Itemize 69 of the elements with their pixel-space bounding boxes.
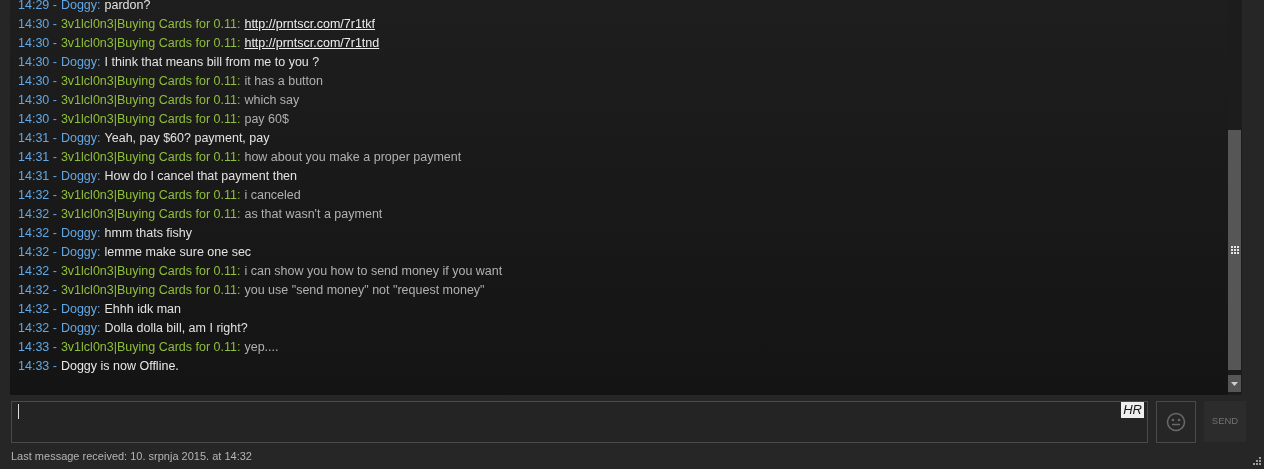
message-text: you use "send money" not "request money" [244,282,485,299]
scrollbar-thumb[interactable] [1228,130,1241,370]
message-time: 14:30 - [18,73,57,90]
message-link[interactable]: http://prntscr.com/7r1tnd [244,34,380,53]
down-arrow-icon [1231,381,1238,386]
sender-name: 3v1lcl0n3|Buying Cards for 0.11: [60,339,241,356]
message-time: 14:32 - [18,301,57,318]
sender-name: 3v1lcl0n3|Buying Cards for 0.11: [60,149,241,166]
message-text: yep.... [244,339,279,356]
sender-name: Doggy: [60,301,101,318]
message-time: 14:29 - [18,0,57,14]
emoticon-button[interactable] [1156,401,1196,443]
sender-name: 3v1lcl0n3|Buying Cards for 0.11: [60,16,241,33]
message-text: pardon? [104,0,151,14]
sender-name: 3v1lcl0n3|Buying Cards for 0.11: [60,263,241,280]
message-time: 14:32 - [18,225,57,242]
message-time: 14:30 - [18,92,57,109]
sender-name: 3v1lcl0n3|Buying Cards for 0.11: [60,282,241,299]
smiley-icon [1166,412,1186,432]
scroll-down-button[interactable] [1228,375,1241,392]
message-link[interactable]: http://prntscr.com/7r1tkf [244,15,376,34]
message-text: Yeah, pay $60? payment, pay [104,130,270,147]
sender-name: Doggy: [60,130,101,147]
message-time: 14:32 - [18,282,57,299]
message-time: 14:31 - [18,130,57,147]
message-text: pay 60$ [244,111,289,128]
keyboard-language-indicator: HR [1121,402,1144,418]
resize-grip-icon[interactable] [1252,457,1261,466]
message-time: 14:30 - [18,35,57,52]
message-text: Ehhh idk man [104,301,181,318]
sender-name: 3v1lcl0n3|Buying Cards for 0.11: [60,187,241,204]
message-text: as that wasn't a payment [244,206,383,223]
sender-name: 3v1lcl0n3|Buying Cards for 0.11: [60,111,241,128]
sender-name: Doggy: [60,54,101,71]
message-text: How do I cancel that payment then [104,168,297,185]
message-time: 14:30 - [18,16,57,33]
sender-name: Doggy: [60,244,101,261]
message-text: Dolla dolla bill, am I right? [104,320,248,337]
sender-name: Doggy: [60,168,101,185]
status-message: Doggy is now Offline. [60,358,179,375]
grip-icon [1230,246,1239,254]
message-text: it has a button [244,73,323,90]
message-time: 14:32 - [18,187,57,204]
sender-name: Doggy: [60,0,101,14]
message-time: 14:30 - [18,111,57,128]
sender-name: 3v1lcl0n3|Buying Cards for 0.11: [60,206,241,223]
message-time: 14:30 - [18,54,57,71]
message-time: 14:32 - [18,320,57,337]
message-text: hmm thats fishy [104,225,193,242]
sender-name: Doggy: [60,225,101,242]
message-text: lemme make sure one sec [104,244,252,261]
message-text: i can show you how to send money if you want [244,263,503,280]
message-time: 14:32 - [18,244,57,261]
last-message-status: Last message received: 10. srpnja 2015. at 14:32 [11,450,252,463]
message-time: 14:33 - [18,358,57,375]
message-text: which say [244,92,300,109]
message-time: 14:33 - [18,339,57,356]
sender-name: Doggy: [60,320,101,337]
message-time: 14:32 - [18,206,57,223]
message-time: 14:32 - [18,263,57,280]
sender-name: 3v1lcl0n3|Buying Cards for 0.11: [60,35,241,52]
message-input[interactable]: HR [11,401,1148,443]
message-time: 14:31 - [18,149,57,166]
sender-name: 3v1lcl0n3|Buying Cards for 0.11: [60,73,241,90]
message-time: 14:31 - [18,168,57,185]
message-text: how about you make a proper payment [244,149,462,166]
message-text: i canceled [244,187,301,204]
sender-name: 3v1lcl0n3|Buying Cards for 0.11: [60,92,241,109]
message-text: I think that means bill from me to you ? [104,54,320,71]
